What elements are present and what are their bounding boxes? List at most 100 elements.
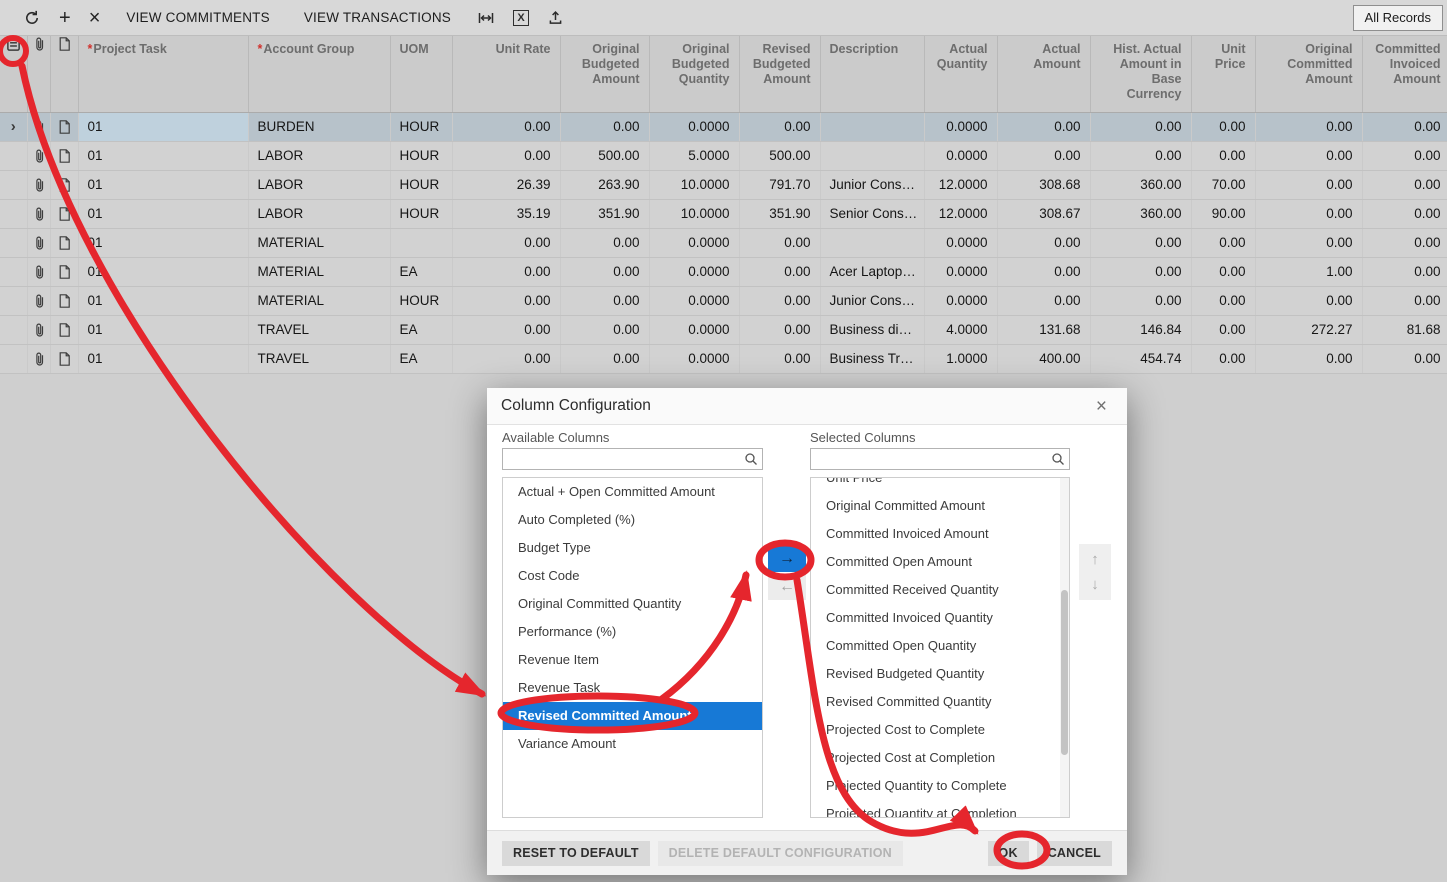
cell-committed-invoiced-amount[interactable]: 81.68 — [1362, 315, 1447, 344]
cell-actual-amount[interactable]: 0.00 — [997, 286, 1090, 315]
column-header-hist-actual-amount[interactable]: Hist. Actual Amount in Base Currency — [1090, 36, 1191, 112]
cell-project-task[interactable]: 01 — [78, 141, 248, 170]
column-header-column-config[interactable] — [0, 36, 27, 112]
row-notes-button[interactable] — [50, 141, 78, 170]
row-expander-cell[interactable] — [0, 315, 27, 344]
column-header-committed-invoiced-amount[interactable]: Committed Invoiced Amount — [1362, 36, 1447, 112]
row-expander-icon[interactable]: › — [11, 118, 16, 135]
row-expander-cell[interactable] — [0, 344, 27, 373]
cell-actual-quantity[interactable]: 0.0000 — [924, 286, 997, 315]
row-expander-cell[interactable] — [0, 257, 27, 286]
cell-revised-budgeted-amount[interactable]: 0.00 — [739, 315, 820, 344]
column-header-description[interactable]: Description — [820, 36, 924, 112]
table-row[interactable]: 01LABORHOUR35.19351.9010.0000351.90Senio… — [0, 199, 1447, 228]
selected-column-option[interactable]: Committed Open Quantity — [811, 632, 1069, 660]
cell-original-budgeted-amount[interactable]: 500.00 — [560, 141, 649, 170]
row-notes-button[interactable] — [50, 315, 78, 344]
row-notes-button[interactable] — [50, 112, 78, 141]
selected-column-option[interactable]: Projected Cost to Complete — [811, 716, 1069, 744]
cell-committed-invoiced-amount[interactable]: 0.00 — [1362, 228, 1447, 257]
cell-unit-price[interactable]: 90.00 — [1191, 199, 1255, 228]
available-column-option[interactable]: Variance Amount — [503, 730, 762, 758]
row-attachments-button[interactable] — [27, 112, 50, 141]
column-header-notes[interactable] — [50, 36, 78, 112]
cell-actual-amount[interactable]: 0.00 — [997, 228, 1090, 257]
cell-unit-rate[interactable]: 0.00 — [452, 344, 560, 373]
cell-committed-invoiced-amount[interactable]: 0.00 — [1362, 286, 1447, 315]
cell-actual-quantity[interactable]: 1.0000 — [924, 344, 997, 373]
cell-uom[interactable]: HOUR — [390, 286, 452, 315]
cell-account-group[interactable]: MATERIAL — [248, 257, 390, 286]
row-attachments-button[interactable] — [27, 199, 50, 228]
cell-uom[interactable]: EA — [390, 257, 452, 286]
row-attachments-button[interactable] — [27, 257, 50, 286]
cell-original-budgeted-quantity[interactable]: 0.0000 — [649, 228, 739, 257]
row-attachments-button[interactable] — [27, 141, 50, 170]
cell-uom[interactable]: HOUR — [390, 141, 452, 170]
cell-unit-price[interactable]: 0.00 — [1191, 286, 1255, 315]
cell-description[interactable]: Business Tr… — [820, 344, 924, 373]
table-row[interactable]: 01LABORHOUR26.39263.9010.0000791.70Junio… — [0, 170, 1447, 199]
cell-account-group[interactable]: MATERIAL — [248, 228, 390, 257]
table-row[interactable]: 01MATERIAL0.000.000.00000.000.00000.000.… — [0, 228, 1447, 257]
cell-hist-actual-amount[interactable]: 0.00 — [1090, 141, 1191, 170]
cell-unit-rate[interactable]: 0.00 — [452, 112, 560, 141]
column-header-original-budgeted-amount[interactable]: Original Budgeted Amount — [560, 36, 649, 112]
scrollbar-thumb[interactable] — [1061, 590, 1068, 755]
table-row[interactable]: › 01BURDENHOUR0.000.000.00000.000.00000.… — [0, 112, 1447, 141]
cell-unit-rate[interactable]: 0.00 — [452, 315, 560, 344]
ok-button[interactable]: OK — [988, 841, 1029, 866]
cell-uom[interactable]: EA — [390, 344, 452, 373]
cell-original-budgeted-amount[interactable]: 0.00 — [560, 112, 649, 141]
table-row[interactable]: 01LABORHOUR0.00500.005.0000500.000.00000… — [0, 141, 1447, 170]
cell-revised-budgeted-amount[interactable]: 500.00 — [739, 141, 820, 170]
cell-project-task[interactable]: 01 — [78, 199, 248, 228]
cell-unit-rate[interactable]: 0.00 — [452, 257, 560, 286]
cell-original-budgeted-quantity[interactable]: 10.0000 — [649, 170, 739, 199]
cell-unit-price[interactable]: 0.00 — [1191, 315, 1255, 344]
move-up-button[interactable]: ↑ — [1079, 547, 1111, 572]
cell-original-committed-amount[interactable]: 0.00 — [1255, 344, 1362, 373]
cell-revised-budgeted-amount[interactable]: 0.00 — [739, 286, 820, 315]
selected-column-option[interactable]: Revised Committed Quantity — [811, 688, 1069, 716]
row-attachments-button[interactable] — [27, 170, 50, 199]
transfer-right-button[interactable]: → — [768, 546, 806, 572]
cell-project-task[interactable]: 01 — [78, 344, 248, 373]
cell-original-committed-amount[interactable]: 0.00 — [1255, 170, 1362, 199]
available-column-option[interactable]: Performance (%) — [503, 618, 762, 646]
cell-unit-rate[interactable]: 26.39 — [452, 170, 560, 199]
available-column-option[interactable]: Original Committed Quantity — [503, 590, 762, 618]
selected-column-option[interactable]: Committed Open Amount — [811, 548, 1069, 576]
column-header-actual-amount[interactable]: Actual Amount — [997, 36, 1090, 112]
cell-description[interactable]: Junior Cons… — [820, 170, 924, 199]
cell-unit-price[interactable]: 0.00 — [1191, 257, 1255, 286]
table-row[interactable]: 01TRAVELEA0.000.000.00000.00Business Tr…… — [0, 344, 1447, 373]
column-header-account-group[interactable]: *Account Group — [248, 36, 390, 112]
cell-hist-actual-amount[interactable]: 360.00 — [1090, 199, 1191, 228]
cell-actual-amount[interactable]: 131.68 — [997, 315, 1090, 344]
cell-uom[interactable]: HOUR — [390, 112, 452, 141]
cell-hist-actual-amount[interactable]: 0.00 — [1090, 112, 1191, 141]
cell-original-committed-amount[interactable]: 1.00 — [1255, 257, 1362, 286]
cell-revised-budgeted-amount[interactable]: 0.00 — [739, 257, 820, 286]
cell-original-budgeted-quantity[interactable]: 0.0000 — [649, 257, 739, 286]
cell-actual-amount[interactable]: 0.00 — [997, 141, 1090, 170]
cell-account-group[interactable]: TRAVEL — [248, 315, 390, 344]
available-column-option[interactable]: Budget Type — [503, 534, 762, 562]
row-notes-button[interactable] — [50, 286, 78, 315]
cell-original-budgeted-amount[interactable]: 0.00 — [560, 286, 649, 315]
cell-hist-actual-amount[interactable]: 0.00 — [1090, 228, 1191, 257]
cell-revised-budgeted-amount[interactable]: 0.00 — [739, 112, 820, 141]
cell-original-committed-amount[interactable]: 272.27 — [1255, 315, 1362, 344]
cell-committed-invoiced-amount[interactable]: 0.00 — [1362, 257, 1447, 286]
selected-column-option[interactable]: Revised Budgeted Quantity — [811, 660, 1069, 688]
cell-hist-actual-amount[interactable]: 454.74 — [1090, 344, 1191, 373]
cell-original-budgeted-quantity[interactable]: 10.0000 — [649, 199, 739, 228]
cell-unit-rate[interactable]: 0.00 — [452, 228, 560, 257]
cell-original-committed-amount[interactable]: 0.00 — [1255, 112, 1362, 141]
cell-unit-price[interactable]: 0.00 — [1191, 141, 1255, 170]
selected-column-option[interactable]: Projected Cost at Completion — [811, 744, 1069, 772]
cell-original-budgeted-quantity[interactable]: 0.0000 — [649, 344, 739, 373]
cell-hist-actual-amount[interactable]: 360.00 — [1090, 170, 1191, 199]
cell-original-budgeted-amount[interactable]: 351.90 — [560, 199, 649, 228]
